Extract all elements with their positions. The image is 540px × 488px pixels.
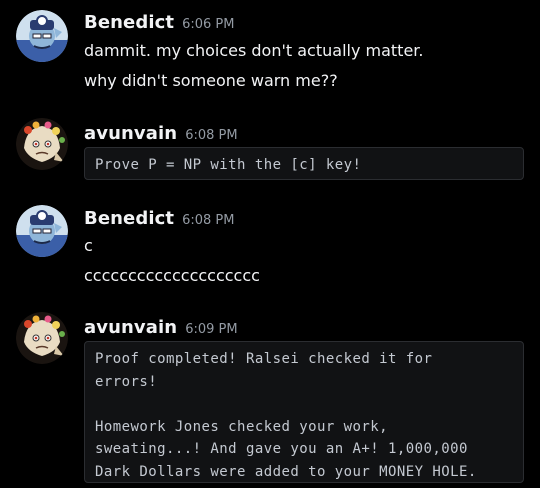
avunvain-avatar-icon: [16, 312, 68, 364]
code-block: Proof completed! Ralsei checked it for e…: [84, 341, 524, 483]
avatar[interactable]: [16, 312, 68, 364]
message-header: avunvain 6:09 PM: [84, 317, 238, 338]
message-group: avunvain 6:09 PM Proof completed! Ralsei …: [0, 0, 540, 488]
username[interactable]: avunvain: [84, 317, 177, 338]
timestamp: 6:09 PM: [185, 322, 238, 337]
